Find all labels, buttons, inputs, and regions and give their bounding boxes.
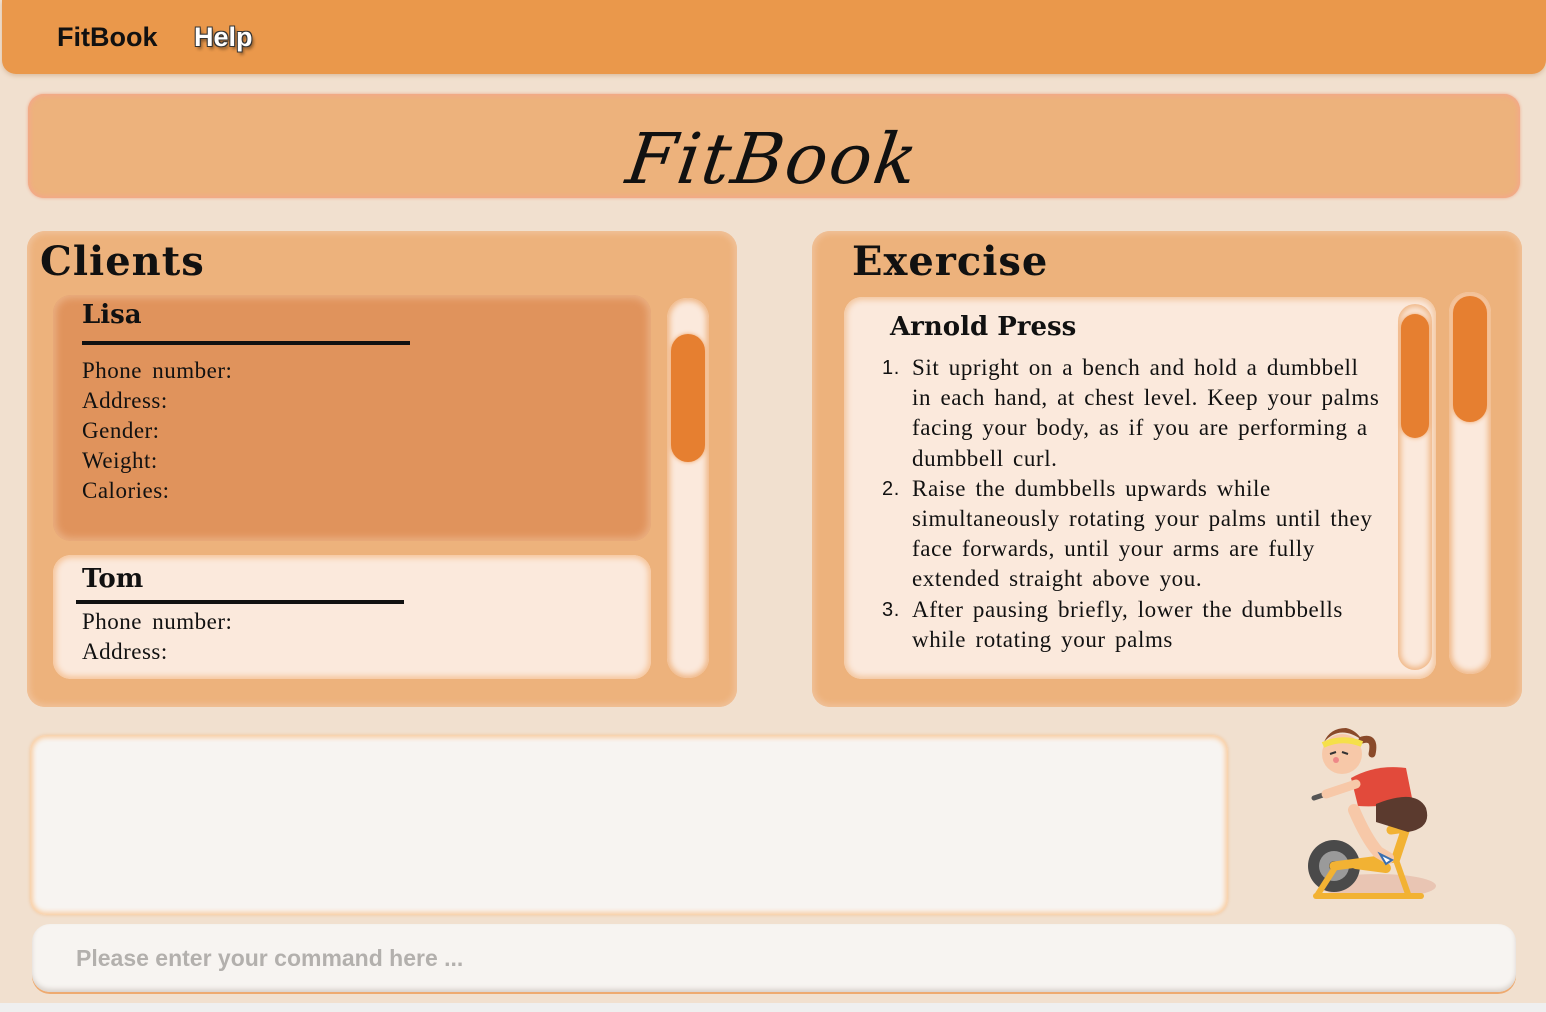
clients-heading: Clients: [40, 238, 205, 285]
exercise-steps: 1. Sit upright on a bench and hold a dum…: [880, 353, 1380, 653]
client-field-address: Address:: [82, 639, 168, 664]
step-text: Sit upright on a bench and hold a dumbbe…: [912, 355, 1380, 471]
client-field-phone: Phone number:: [82, 609, 233, 634]
exercise-heading: Exercise: [852, 238, 1049, 285]
bottom-strip: [0, 1003, 1546, 1012]
step-number: 2.: [882, 477, 900, 500]
menu-fitbook[interactable]: FitBook: [57, 22, 158, 53]
client-field-weight: Weight:: [82, 448, 158, 473]
client-field-gender: Gender:: [82, 418, 160, 443]
exercise-name: Arnold Press: [890, 312, 1077, 342]
app-title: FitBook: [621, 118, 925, 200]
step-text: Raise the dumbbells upwards while simult…: [912, 475, 1373, 592]
client-name: Lisa: [82, 300, 142, 330]
result-display: [30, 735, 1228, 915]
menu-bar: FitBook Help: [2, 0, 1546, 74]
exercise-scroll-thumb[interactable]: [1453, 296, 1487, 422]
cyclist-icon: [1308, 728, 1436, 899]
name-divider: [76, 600, 404, 604]
clients-scroll-thumb[interactable]: [671, 334, 705, 462]
client-name: Tom: [82, 564, 144, 594]
exercise-text-scroll-thumb[interactable]: [1401, 314, 1429, 438]
menu-help[interactable]: Help: [194, 22, 253, 53]
client-field-calories: Calories:: [82, 478, 170, 503]
exercise-step: 3. After pausing briefly, lower the dumb…: [880, 595, 1380, 653]
command-input[interactable]: [32, 924, 1516, 992]
client-field-address: Address:: [82, 388, 168, 413]
exercise-step: 2. Raise the dumbbells upwards while sim…: [880, 474, 1380, 595]
client-field-phone: Phone number:: [82, 358, 233, 383]
exercise-step: 1. Sit upright on a bench and hold a dum…: [880, 353, 1380, 474]
step-number: 1.: [882, 357, 900, 379]
name-divider: [82, 341, 410, 345]
step-number: 3.: [882, 598, 900, 621]
step-text: After pausing briefly, lower the dumbbel…: [912, 596, 1343, 652]
